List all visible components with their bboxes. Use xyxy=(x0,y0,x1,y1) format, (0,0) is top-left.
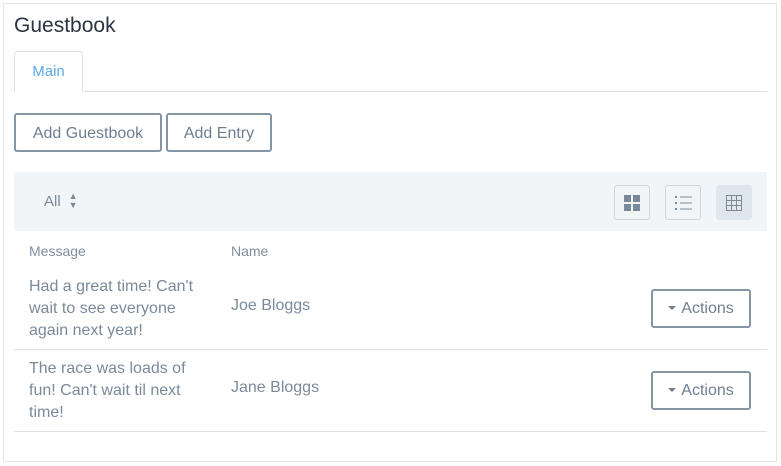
actions-button[interactable]: Actions xyxy=(651,289,751,328)
tabs-divider xyxy=(14,91,767,92)
actions-label: Actions xyxy=(681,300,734,317)
add-entry-button[interactable]: Add Entry xyxy=(166,113,272,152)
table-row: Had a great time! Can't wait to see ever… xyxy=(14,268,767,350)
list-view-icon xyxy=(675,196,692,210)
table-view-button[interactable] xyxy=(716,185,752,220)
filter-select[interactable]: All ▲ ▼ xyxy=(44,172,78,231)
add-guestbook-button[interactable]: Add Guestbook xyxy=(14,113,162,152)
page-title: Guestbook xyxy=(14,14,116,37)
list-view-button[interactable] xyxy=(665,185,701,220)
message-cell: The race was loads of fun! Can't wait ti… xyxy=(29,360,186,421)
table-row: The race was loads of fun! Can't wait ti… xyxy=(14,350,767,432)
tab-main[interactable]: Main xyxy=(14,51,83,92)
caret-down-icon xyxy=(668,305,677,310)
column-header-message: Message xyxy=(29,243,86,259)
guestbook-table: Message Name Had a great time! Can't wai… xyxy=(14,231,767,432)
table-toolbar: All ▲ ▼ xyxy=(14,172,767,231)
message-cell: Had a great time! Can't wait to see ever… xyxy=(29,278,194,339)
name-cell: Jane Bloggs xyxy=(231,379,320,396)
actions-label: Actions xyxy=(681,382,734,399)
filter-selected-value: All xyxy=(44,193,61,210)
sort-icon: ▲ ▼ xyxy=(68,191,78,211)
actions-button[interactable]: Actions xyxy=(651,371,751,410)
table-view-icon xyxy=(726,195,742,211)
table-header: Message Name xyxy=(14,231,767,268)
name-cell: Joe Bloggs xyxy=(231,297,311,314)
caret-down-icon xyxy=(668,387,677,392)
column-header-name: Name xyxy=(231,243,269,259)
grid-view-icon xyxy=(624,195,640,211)
grid-view-button[interactable] xyxy=(614,185,650,220)
